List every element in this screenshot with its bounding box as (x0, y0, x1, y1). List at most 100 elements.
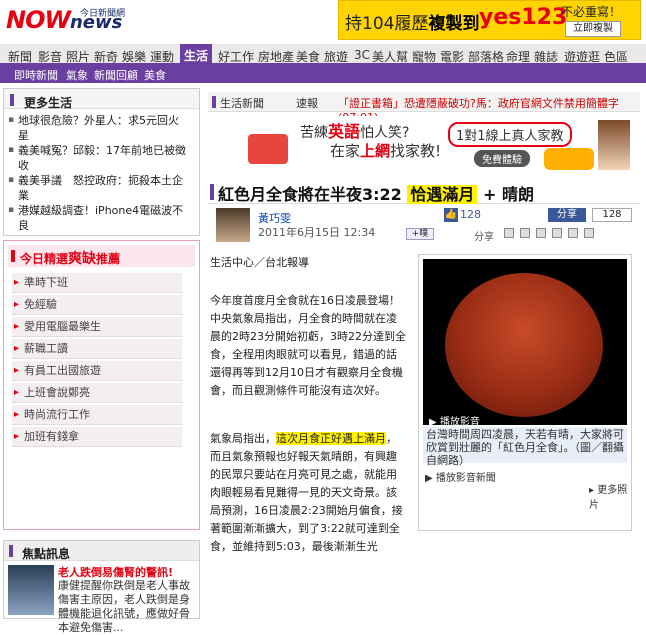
nav-ent[interactable]: 娛樂 (122, 48, 146, 65)
now-news-logo[interactable]: NOWnews 今日新聞網 (6, 6, 136, 36)
rss-icon[interactable] (584, 228, 594, 238)
ad-line1-c: 怕人笑? (360, 125, 410, 141)
subnav-realtime[interactable]: 即時新聞 (14, 67, 58, 83)
focus-headline[interactable]: 老人跌倒易傷腎的警訊! (58, 564, 198, 580)
ad-slogan: 不必重寫！ (561, 5, 622, 19)
sub-nav: 即時新聞 氣象 新聞回顧 美食 (0, 66, 646, 83)
bookmark-icon[interactable] (536, 228, 546, 238)
article-title-text: 紅色月全食將在半夜3:22 恰遇滿月 + 晴朗 (218, 181, 534, 205)
nav-beauty[interactable]: 美人幫 (372, 48, 408, 65)
featured-item[interactable]: 免經驗 (12, 295, 182, 315)
nav-shopping[interactable]: 遊遊逛 (564, 48, 600, 65)
para2-highlight: 這次月食正好遇上滿月 (276, 432, 386, 445)
site-header: NOWnews 今日新聞網 持104履歷複製到 yes123 不必重寫！ 立即複… (0, 0, 646, 44)
focus-title: 焦點訊息 (22, 547, 71, 561)
lunar-eclipse-photo[interactable]: ▶ 播放影音 (423, 259, 627, 428)
nav-odd[interactable]: 新奇 (94, 48, 118, 65)
ad-tag: 1對1線上真人家教 (448, 122, 572, 147)
para2-pre: 氣象局指出， (210, 432, 276, 445)
more-photos-label: 更多照片 (589, 485, 628, 511)
featured-item[interactable]: 準時下班 (12, 273, 182, 293)
like-thumb-icon[interactable]: 👍 (444, 208, 458, 222)
avatar[interactable] (216, 208, 250, 242)
focus-thumbnail[interactable] (8, 565, 54, 615)
left-sidebar: 更多生活 地球很危險？外星人：求5元回火星 義美喊冤？邱毅：17年前地已被徵收 … (3, 88, 200, 634)
article-paragraph: 今年度首度月全食就在16日凌晨登場！中央氣象局指出，月全食的時間就在凌晨的2時2… (210, 294, 406, 397)
yes123-banner-ad[interactable]: 持104履歷複製到 yes123 不必重寫！ 立即複製 (338, 0, 641, 40)
breadcrumb: 生活新聞 速報 「證正書箱」恐遭隱蔽破功?馬：政府官網文件禁用簡體字 (07:0… (208, 92, 640, 124)
header-bar-icon (9, 545, 13, 557)
ad-text: 持104履歷複製到 (345, 9, 479, 34)
nav-jobs[interactable]: 好工作 (218, 48, 254, 65)
nav-food[interactable]: 美食 (296, 48, 320, 65)
play-news-video[interactable]: ▶ 播放影音新聞 (425, 469, 496, 484)
nav-pets[interactable]: 寵物 (412, 48, 436, 65)
featured-header: 今日精選爽缺推薦 (8, 245, 195, 267)
featured-title: 今日精選爽缺推薦 (20, 248, 120, 268)
moon-image (445, 273, 603, 417)
nav-life-active[interactable]: 生活 (180, 44, 213, 66)
ad-free-trial-button[interactable]: 免費體驗 (474, 150, 530, 167)
article-body: 生活中心／台北報導 今年度首度月全食就在16日凌晨登場！中央氣象局指出，月全食的… (210, 254, 406, 553)
main-nav: 新聞 影音 照片 新奇 娛樂 運動 生活 好工作 房地產 美食 旅遊 3C 美人… (0, 44, 646, 66)
nav-travel[interactable]: 旅遊 (324, 48, 348, 65)
featured-item[interactable]: 薪職工讀 (12, 339, 182, 359)
playlist-label: 播放影音新聞 (435, 473, 496, 484)
featured-item[interactable]: 加班有錢拿 (12, 427, 182, 447)
ad-line1-b: 英語 (328, 122, 361, 141)
nav-sports[interactable]: 運動 (150, 48, 174, 65)
photo-caption: 台灣時間周四凌晨，天若有晴，大家將可欣賞到壯麗的「紅色月全食」。（圖／翻攝自網路… (423, 427, 627, 467)
title-highlight: 恰遇滿月 (407, 185, 478, 204)
header-bar-icon (11, 250, 15, 262)
featured-item[interactable]: 愛用電腦最樂生 (12, 317, 182, 337)
more-life-item[interactable]: 義美喊冤？邱毅：17年前地已被徵收 (8, 143, 188, 173)
comment-icon[interactable] (568, 228, 578, 238)
tutor-banner-ad[interactable]: 苦練英語怕人笑? 在家上網找家教! 1對1線上真人家教 免費體驗 (248, 116, 633, 172)
breadcrumb-section[interactable]: 生活新聞 (220, 95, 264, 111)
publish-date: 2011年6月15日 12:34 (258, 226, 376, 239)
font-size-icon[interactable] (552, 228, 562, 238)
nav-3c[interactable]: 3C (354, 48, 370, 62)
title-tail: + 晴朗 (477, 185, 534, 204)
featured-item[interactable]: 時尚流行工作 (12, 405, 182, 425)
subnav-review[interactable]: 新聞回顧 (94, 67, 138, 83)
share-count: 128 (592, 208, 632, 222)
email-icon[interactable] (520, 228, 530, 238)
header-bar-icon (10, 94, 14, 106)
subnav-weather[interactable]: 氣象 (66, 67, 88, 83)
para2-post: ，而且氣象預報也好報天氣晴朗，有興趣的民眾只要站在月亮可見之處，就能用肉眼輕易看… (210, 432, 403, 553)
title-main: 紅色月全食將在半夜3:22 (218, 185, 402, 204)
nav-realestate[interactable]: 房地產 (258, 48, 294, 65)
nav-video[interactable]: 影音 (38, 48, 62, 65)
featured-title-b: 爽缺 (68, 251, 97, 267)
more-life-item[interactable]: 港媒越級調查！iPhone4電磁波不良 (8, 203, 188, 233)
more-life-box: 更多生活 地球很危險？外星人：求5元回火星 義美喊冤？邱毅：17年前地已被徵收 … (3, 88, 200, 236)
nav-adult[interactable]: 色區 (604, 48, 628, 65)
play-video-label[interactable]: ▶ 播放影音 (429, 413, 480, 428)
ad-copy-button[interactable]: 立即複製 (565, 21, 621, 37)
facebook-share-button[interactable]: 分享 (548, 208, 586, 222)
nav-fortune[interactable]: 命理 (506, 48, 530, 65)
featured-item[interactable]: 上班會說鄭亮 (12, 383, 182, 403)
more-life-item[interactable]: 義美爭議 怒控政府：扼殺本土企業 (8, 173, 188, 203)
subnav-food[interactable]: 美食 (144, 67, 166, 83)
nav-photo[interactable]: 照片 (66, 48, 90, 65)
header-bar-icon (212, 96, 216, 108)
focus-header: 焦點訊息 (4, 541, 199, 561)
photo-box: ▶ 播放影音 台灣時間周四凌晨，天若有晴，大家將可欣賞到壯麗的「紅色月全食」。（… (418, 254, 632, 531)
nav-magazine[interactable]: 雜誌 (534, 48, 558, 65)
nav-news[interactable]: 新聞 (8, 48, 32, 65)
ad-line1-a: 苦練 (300, 125, 328, 141)
main-content: 生活新聞 速報 「證正書箱」恐遭隱蔽破功?馬：政府官網文件禁用簡體字 (07:0… (208, 88, 640, 553)
like-count: 128 (460, 208, 481, 221)
flash-label: 速報 (296, 97, 318, 110)
featured-item[interactable]: 有員工出國旅遊 (12, 361, 182, 381)
more-photos-link[interactable]: ▸ 更多照片 (589, 481, 629, 511)
ad-text-a: 持104履歷 (345, 14, 429, 34)
nav-blog[interactable]: 部落格 (468, 48, 504, 65)
plurk-button[interactable]: +噗 (406, 228, 434, 240)
nav-movies[interactable]: 電影 (440, 48, 464, 65)
print-icon[interactable] (504, 228, 514, 238)
ad-decoration (248, 134, 288, 164)
more-life-item[interactable]: 地球很危險？外星人：求5元回火星 (8, 113, 188, 143)
